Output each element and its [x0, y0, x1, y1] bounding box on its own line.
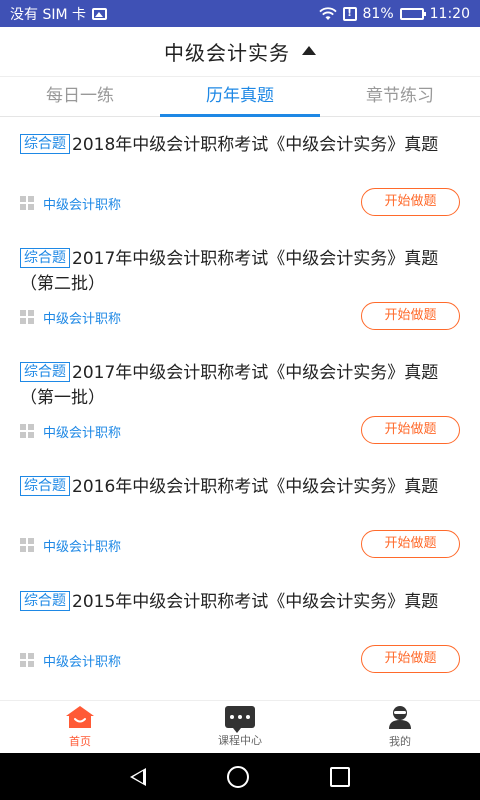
- tab-past-exams[interactable]: 历年真题: [160, 77, 320, 117]
- grid-icon: [20, 653, 35, 668]
- nav-home-label: 首页: [69, 735, 91, 748]
- home-icon: [66, 706, 94, 728]
- category-label: 中级会计职称: [43, 655, 122, 670]
- category-label: 中级会计职称: [43, 198, 122, 213]
- alert-icon: !: [342, 6, 357, 21]
- start-button[interactable]: 开始做题: [361, 302, 460, 330]
- exam-title[interactable]: 综合题 2018年中级会计职称考试《中级会计实务》真题: [20, 133, 460, 158]
- category-label: 中级会计职称: [43, 312, 122, 327]
- system-nav-bar: [0, 753, 480, 800]
- status-bar: 没有 SIM 卡 ! 81% 11:20: [0, 0, 480, 27]
- exam-title[interactable]: 综合题 2017年中级会计职称考试《中级会计实务》真题（第二批）: [20, 247, 460, 297]
- tab-chapter-practice[interactable]: 章节练习: [320, 77, 480, 116]
- nav-course-center[interactable]: 课程中心: [160, 701, 320, 753]
- exam-title-text: 2015年中级会计职称考试《中级会计实务》真题: [72, 592, 439, 612]
- exam-title-text: 2016年中级会计职称考试《中级会计实务》真题: [72, 477, 439, 497]
- category-label: 中级会计职称: [43, 426, 122, 441]
- category: 中级会计职称: [20, 194, 121, 213]
- start-button[interactable]: 开始做题: [361, 645, 460, 673]
- title-bar[interactable]: 中级会计实务: [0, 27, 480, 77]
- recent-apps-icon[interactable]: [329, 766, 350, 787]
- nav-home[interactable]: 首页: [0, 701, 160, 753]
- list-item[interactable]: 综合题 2016年中级会计职称考试《中级会计实务》真题 中级会计职称 开始做题: [0, 460, 480, 574]
- clock: 11:20: [429, 5, 470, 22]
- grid-icon: [20, 424, 35, 439]
- back-icon[interactable]: [130, 767, 147, 786]
- battery-percent: 81%: [362, 5, 394, 22]
- list-item[interactable]: 综合题 2017年中级会计职称考试《中级会计实务》真题（第一批） 中级会计职称 开…: [0, 346, 480, 460]
- start-button[interactable]: 开始做题: [361, 530, 460, 558]
- page-title: 中级会计实务: [164, 41, 290, 65]
- nav-course-center-label: 课程中心: [218, 734, 262, 747]
- category: 中级会计职称: [20, 422, 121, 441]
- exam-title[interactable]: 综合题 2016年中级会计职称考试《中级会计实务》真题: [20, 475, 460, 500]
- exam-title[interactable]: 综合题 2015年中级会计职称考试《中级会计实务》真题: [20, 590, 460, 615]
- caret-up-icon[interactable]: [302, 46, 316, 55]
- tab-bar: 每日一练 历年真题 章节练习: [0, 77, 480, 117]
- battery-icon: [399, 7, 426, 20]
- exam-title-text: 2017年中级会计职称考试《中级会计实务》真题（第二批）: [20, 249, 439, 294]
- status-left: 没有 SIM 卡: [10, 4, 107, 24]
- question-type-badge: 综合题: [20, 476, 70, 496]
- wifi-icon: [318, 6, 337, 20]
- carrier-text: 没有 SIM 卡: [10, 6, 86, 23]
- image-notification-icon: [92, 7, 107, 20]
- exam-list: 综合题 2018年中级会计职称考试《中级会计实务》真题 中级会计职称 开始做题 综…: [0, 118, 480, 700]
- start-button[interactable]: 开始做题: [361, 416, 460, 444]
- question-type-badge: 综合题: [20, 134, 70, 154]
- status-right: ! 81% 11:20: [318, 5, 470, 22]
- start-button[interactable]: 开始做题: [361, 188, 460, 216]
- question-type-badge: 综合题: [20, 248, 70, 268]
- question-type-badge: 综合题: [20, 362, 70, 382]
- grid-icon: [20, 196, 35, 211]
- bottom-nav: 首页 课程中心 我的: [0, 700, 480, 753]
- category: 中级会计职称: [20, 651, 121, 670]
- category-label: 中级会计职称: [43, 540, 122, 555]
- list-item[interactable]: 综合题 2015年中级会计职称考试《中级会计实务》真题 中级会计职称 开始做题: [0, 575, 480, 689]
- list-item[interactable]: 综合题 2018年中级会计职称考试《中级会计实务》真题 中级会计职称 开始做题: [0, 118, 480, 232]
- category: 中级会计职称: [20, 536, 121, 555]
- question-type-badge: 综合题: [20, 591, 70, 611]
- nav-mine[interactable]: 我的: [320, 701, 480, 753]
- nav-mine-label: 我的: [389, 735, 411, 748]
- exam-title-text: 2018年中级会计职称考试《中级会计实务》真题: [72, 135, 439, 155]
- grid-icon: [20, 310, 35, 325]
- exam-title[interactable]: 综合题 2017年中级会计职称考试《中级会计实务》真题（第一批）: [20, 361, 460, 411]
- user-icon: [389, 706, 411, 729]
- exam-title-text: 2017年中级会计职称考试《中级会计实务》真题（第一批）: [20, 363, 439, 408]
- category: 中级会计职称: [20, 308, 121, 327]
- list-item[interactable]: 综合题 2017年中级会计职称考试《中级会计实务》真题（第二批） 中级会计职称 开…: [0, 232, 480, 346]
- home-circle-icon[interactable]: [226, 765, 249, 788]
- grid-icon: [20, 538, 35, 553]
- tab-daily-practice[interactable]: 每日一练: [0, 77, 160, 116]
- chat-icon: [225, 706, 255, 733]
